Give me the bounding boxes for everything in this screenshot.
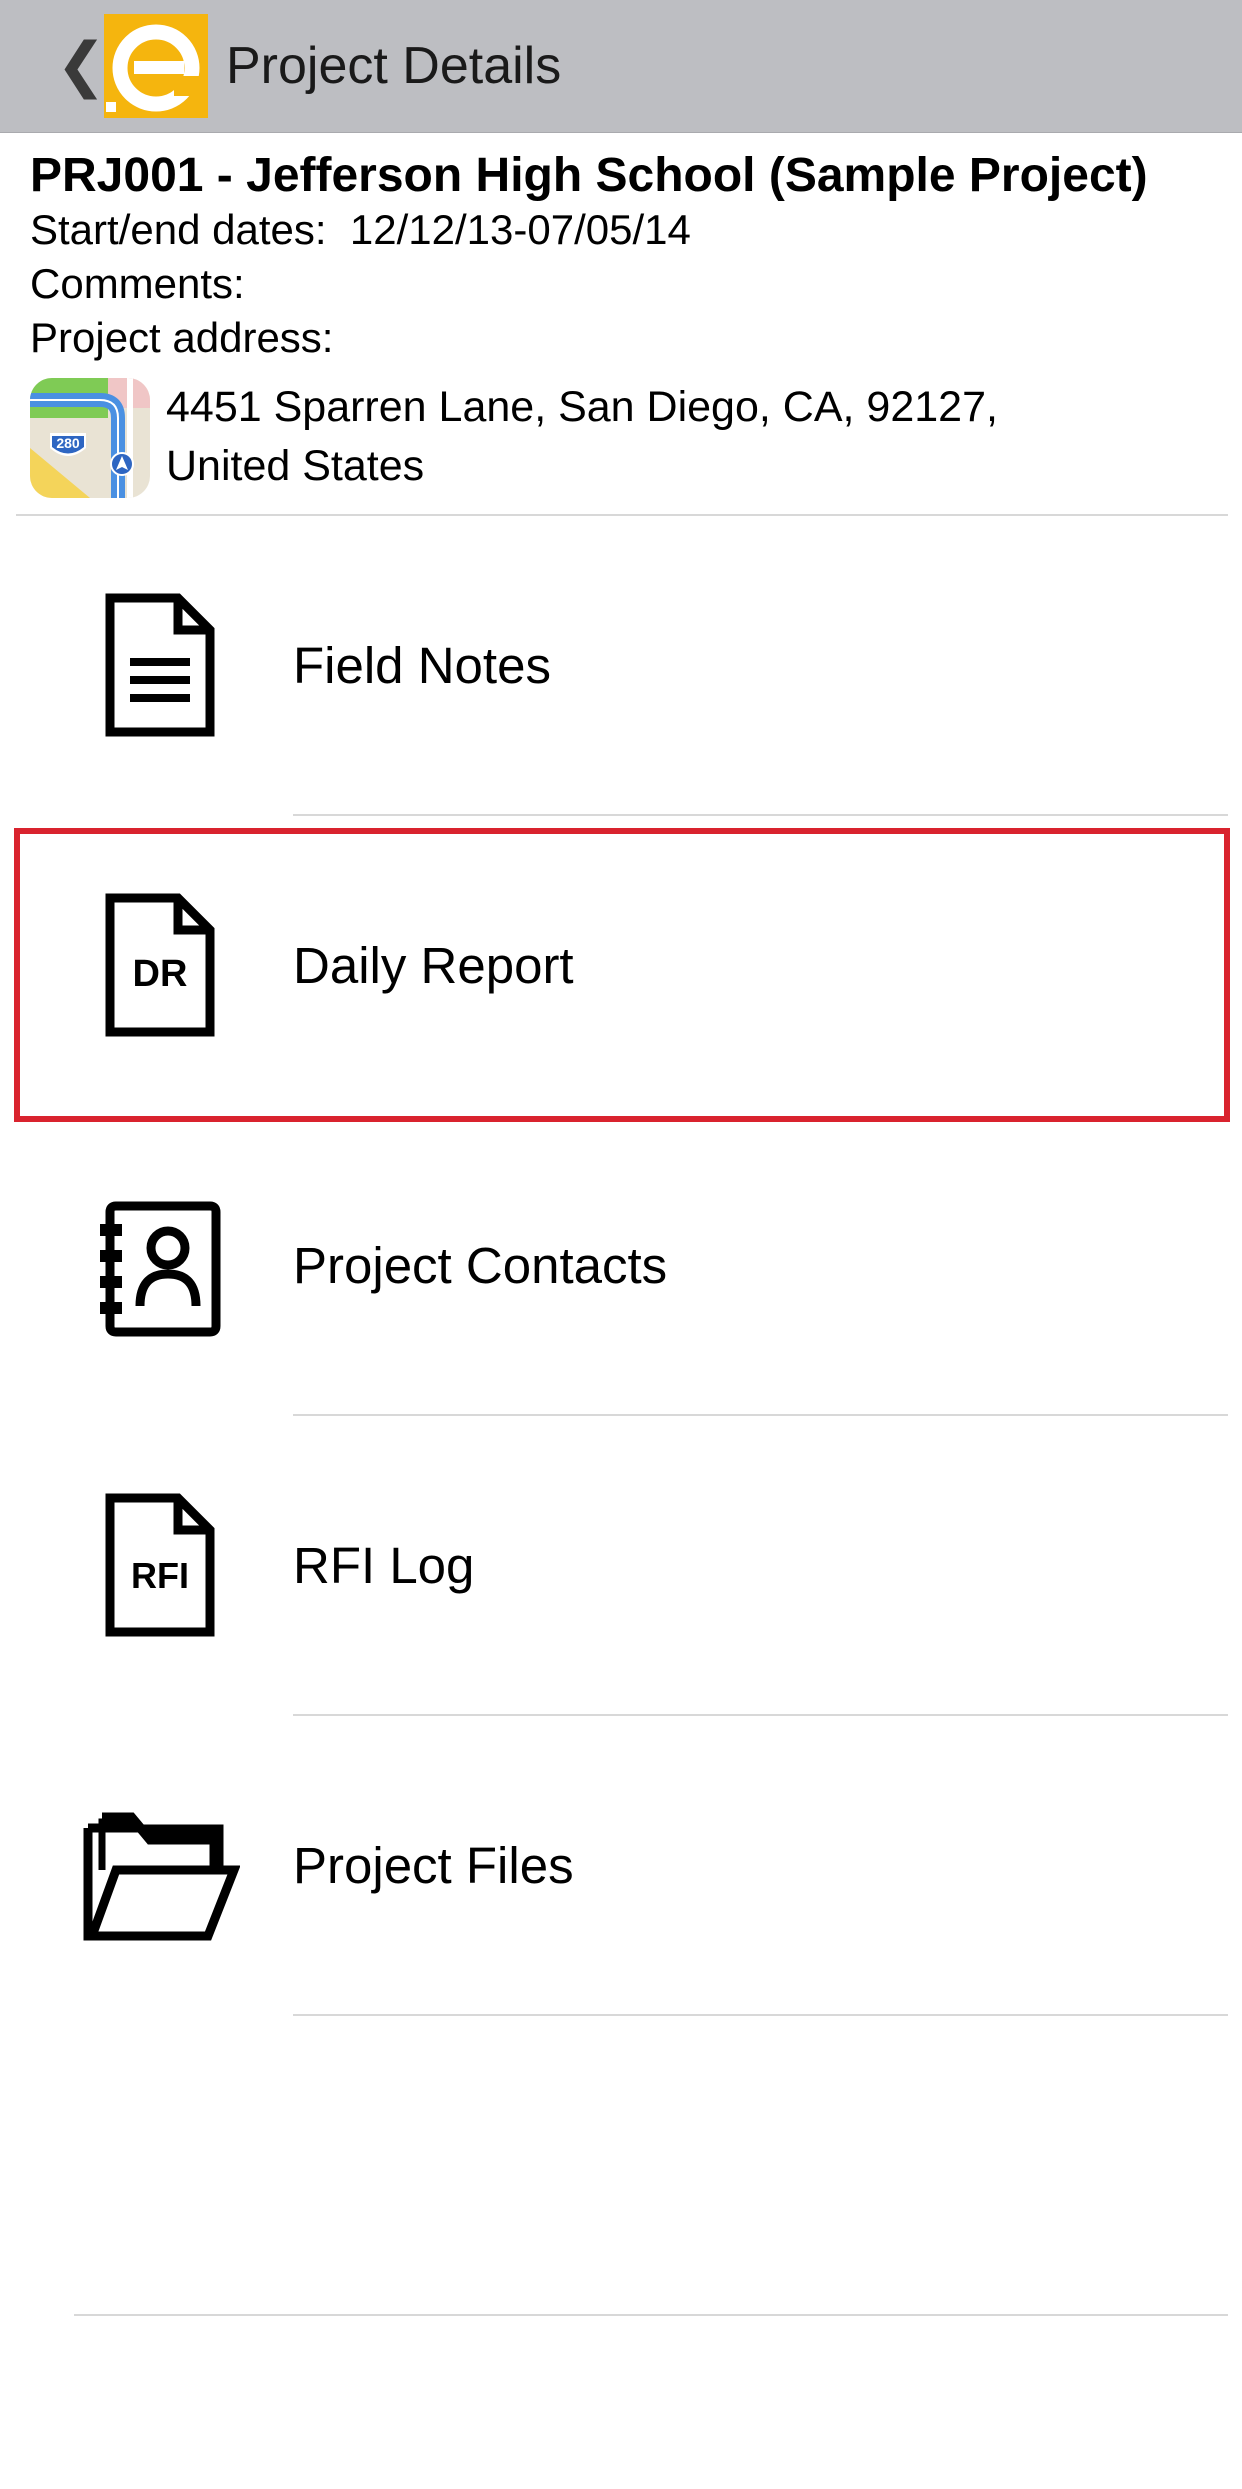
project-address[interactable]: 4451 Sparren Lane, San Diego, CA, 92127,… xyxy=(166,378,1206,496)
document-lines-icon xyxy=(80,586,240,746)
highway-shield-number: 280 xyxy=(56,435,80,451)
dates-value: 12/12/13-07/05/14 xyxy=(349,206,691,253)
dr-icon-text: DR xyxy=(133,953,188,995)
menu-item-project-files[interactable]: Project Files xyxy=(0,1716,1242,2016)
menu-item-label: Project Contacts xyxy=(293,1237,668,1294)
menu-item-project-contacts[interactable]: Project Contacts xyxy=(0,1116,1242,1416)
menu-item-daily-report[interactable]: DR Daily Report xyxy=(0,816,1242,1116)
folder-open-icon xyxy=(80,1786,240,1946)
bottom-divider xyxy=(74,2314,1228,2316)
address-line-1: 4451 Sparren Lane, San Diego, CA, 92127, xyxy=(166,383,998,431)
comments-label: Comments: xyxy=(30,260,245,307)
address-label: Project address: xyxy=(30,314,334,361)
menu-item-label: Daily Report xyxy=(293,937,574,994)
dates-label: Start/end dates: xyxy=(30,206,327,253)
daily-report-document-icon: DR xyxy=(80,886,240,1046)
project-title: PRJ001 - Jefferson High School (Sample P… xyxy=(30,149,1148,202)
dates-row: Start/end dates: 12/12/13-07/05/14 xyxy=(30,204,691,256)
menu-item-label: RFI Log xyxy=(293,1537,475,1594)
maps-app-icon[interactable]: 280 xyxy=(30,378,150,498)
rfi-icon-text: RFI xyxy=(131,1555,189,1596)
navigation-bar: ❮ Project Details xyxy=(0,0,1242,133)
page-title: Project Details xyxy=(226,37,562,95)
app-logo-icon xyxy=(104,14,208,118)
row-divider xyxy=(293,2014,1228,2016)
menu-item-rfi-log[interactable]: RFI RFI Log xyxy=(0,1416,1242,1716)
menu-item-label: Field Notes xyxy=(293,637,551,694)
address-line-2: United States xyxy=(166,442,425,490)
menu-item-label: Project Files xyxy=(293,1837,574,1894)
back-button[interactable]: ❮ xyxy=(56,30,106,100)
address-book-icon xyxy=(80,1186,240,1346)
rfi-document-icon: RFI xyxy=(80,1486,240,1646)
menu-item-field-notes[interactable]: Field Notes xyxy=(0,516,1242,816)
